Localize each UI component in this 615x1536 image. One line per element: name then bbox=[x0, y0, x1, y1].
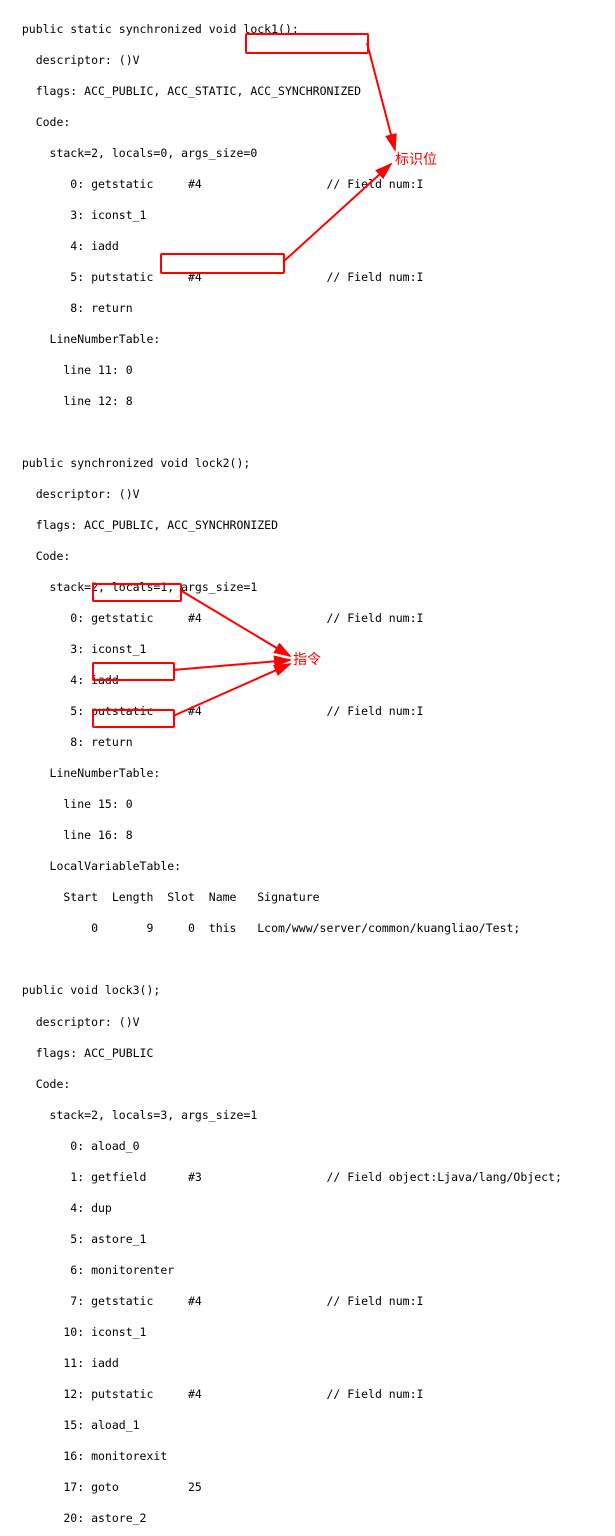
lock1-ln11: line 11: 0 bbox=[8, 363, 607, 379]
lock3-i11: 11: iadd bbox=[8, 1356, 607, 1372]
blank-1 bbox=[8, 425, 607, 441]
bytecode-listing: public static synchronized void lock1();… bbox=[0, 0, 615, 1536]
lock3-stack: stack=2, locals=3, args_size=1 bbox=[8, 1108, 607, 1124]
lock2-signature: public synchronized void lock2(); bbox=[8, 456, 607, 472]
lock2-lvt: LocalVariableTable: bbox=[8, 859, 607, 875]
arrow-instr-2 bbox=[173, 660, 290, 670]
lock1-stack: stack=2, locals=0, args_size=0 bbox=[8, 146, 607, 162]
lock2-code: Code: bbox=[8, 549, 607, 565]
lock3-i16: 16: monitorexit bbox=[8, 1449, 607, 1465]
lock3-i15: 15: aload_1 bbox=[8, 1418, 607, 1434]
lock3-signature: public void lock3(); bbox=[8, 983, 607, 999]
lock3-i0: 0: aload_0 bbox=[8, 1139, 607, 1155]
lock1-ln12: line 12: 8 bbox=[8, 394, 607, 410]
lock1-i8: 8: return bbox=[8, 301, 607, 317]
lock3-i12: 12: putstatic #4 // Field num:I bbox=[8, 1387, 607, 1403]
lock3-i7: 7: getstatic #4 // Field num:I bbox=[8, 1294, 607, 1310]
lock2-i8: 8: return bbox=[8, 735, 607, 751]
lock2-i3: 3: iconst_1 bbox=[8, 642, 607, 658]
lock1-descriptor: descriptor: ()V bbox=[8, 53, 607, 69]
lock1-i3: 3: iconst_1 bbox=[8, 208, 607, 224]
lock1-lnt: LineNumberTable: bbox=[8, 332, 607, 348]
lock3-i6-pre: 6: bbox=[8, 1263, 91, 1277]
lock1-signature: public static synchronized void lock1(); bbox=[8, 22, 607, 38]
lock2-flags-sync: ACC_SYNCHRONIZED bbox=[167, 518, 278, 532]
lock3-i5: 5: astore_1 bbox=[8, 1232, 607, 1248]
lock3-i6: 6: monitorenter bbox=[8, 1263, 607, 1279]
monitorexit-1-text: monitorexit bbox=[91, 1449, 167, 1463]
lock3-code: Code: bbox=[8, 1077, 607, 1093]
lock3-i17: 17: goto 25 bbox=[8, 1480, 607, 1496]
lock3-i1: 1: getfield #3 // Field object:Ljava/lan… bbox=[8, 1170, 607, 1186]
lock3-i10: 10: iconst_1 bbox=[8, 1325, 607, 1341]
lock2-flags-pre: flags: ACC_PUBLIC, bbox=[8, 518, 167, 532]
lock2-lnt: LineNumberTable: bbox=[8, 766, 607, 782]
lock3-i20: 20: astore_2 bbox=[8, 1511, 607, 1527]
lock3-flags: flags: ACC_PUBLIC bbox=[8, 1046, 607, 1062]
lock1-code: Code: bbox=[8, 115, 607, 131]
lock2-ln16: line 16: 8 bbox=[8, 828, 607, 844]
lock1-flags: flags: ACC_PUBLIC, ACC_STATIC, ACC_SYNCH… bbox=[8, 84, 607, 100]
lock1-flags-sync: ACC_SYNCHRONIZED bbox=[250, 84, 361, 98]
lock1-i5: 5: putstatic #4 // Field num:I bbox=[8, 270, 607, 286]
lock2-stack: stack=2, locals=1, args_size=1 bbox=[8, 580, 607, 596]
lock2-i5: 5: putstatic #4 // Field num:I bbox=[8, 704, 607, 720]
lock1-i0: 0: getstatic #4 // Field num:I bbox=[8, 177, 607, 193]
lock2-flags: flags: ACC_PUBLIC, ACC_SYNCHRONIZED bbox=[8, 518, 607, 534]
lock2-lvt-h: Start Length Slot Name Signature bbox=[8, 890, 607, 906]
lock1-i4: 4: iadd bbox=[8, 239, 607, 255]
lock3-descriptor: descriptor: ()V bbox=[8, 1015, 607, 1031]
lock2-descriptor: descriptor: ()V bbox=[8, 487, 607, 503]
monitorenter-text: monitorenter bbox=[91, 1263, 174, 1277]
lock1-flags-pre: flags: ACC_PUBLIC, ACC_STATIC, bbox=[8, 84, 250, 98]
lock2-lvt-r: 0 9 0 this Lcom/www/server/common/kuangl… bbox=[8, 921, 607, 937]
lock2-i4: 4: iadd bbox=[8, 673, 607, 689]
lock2-ln15: line 15: 0 bbox=[8, 797, 607, 813]
lock2-i0: 0: getstatic #4 // Field num:I bbox=[8, 611, 607, 627]
blank-2 bbox=[8, 952, 607, 968]
lock3-i4: 4: dup bbox=[8, 1201, 607, 1217]
lock3-i16-pre: 16: bbox=[8, 1449, 91, 1463]
